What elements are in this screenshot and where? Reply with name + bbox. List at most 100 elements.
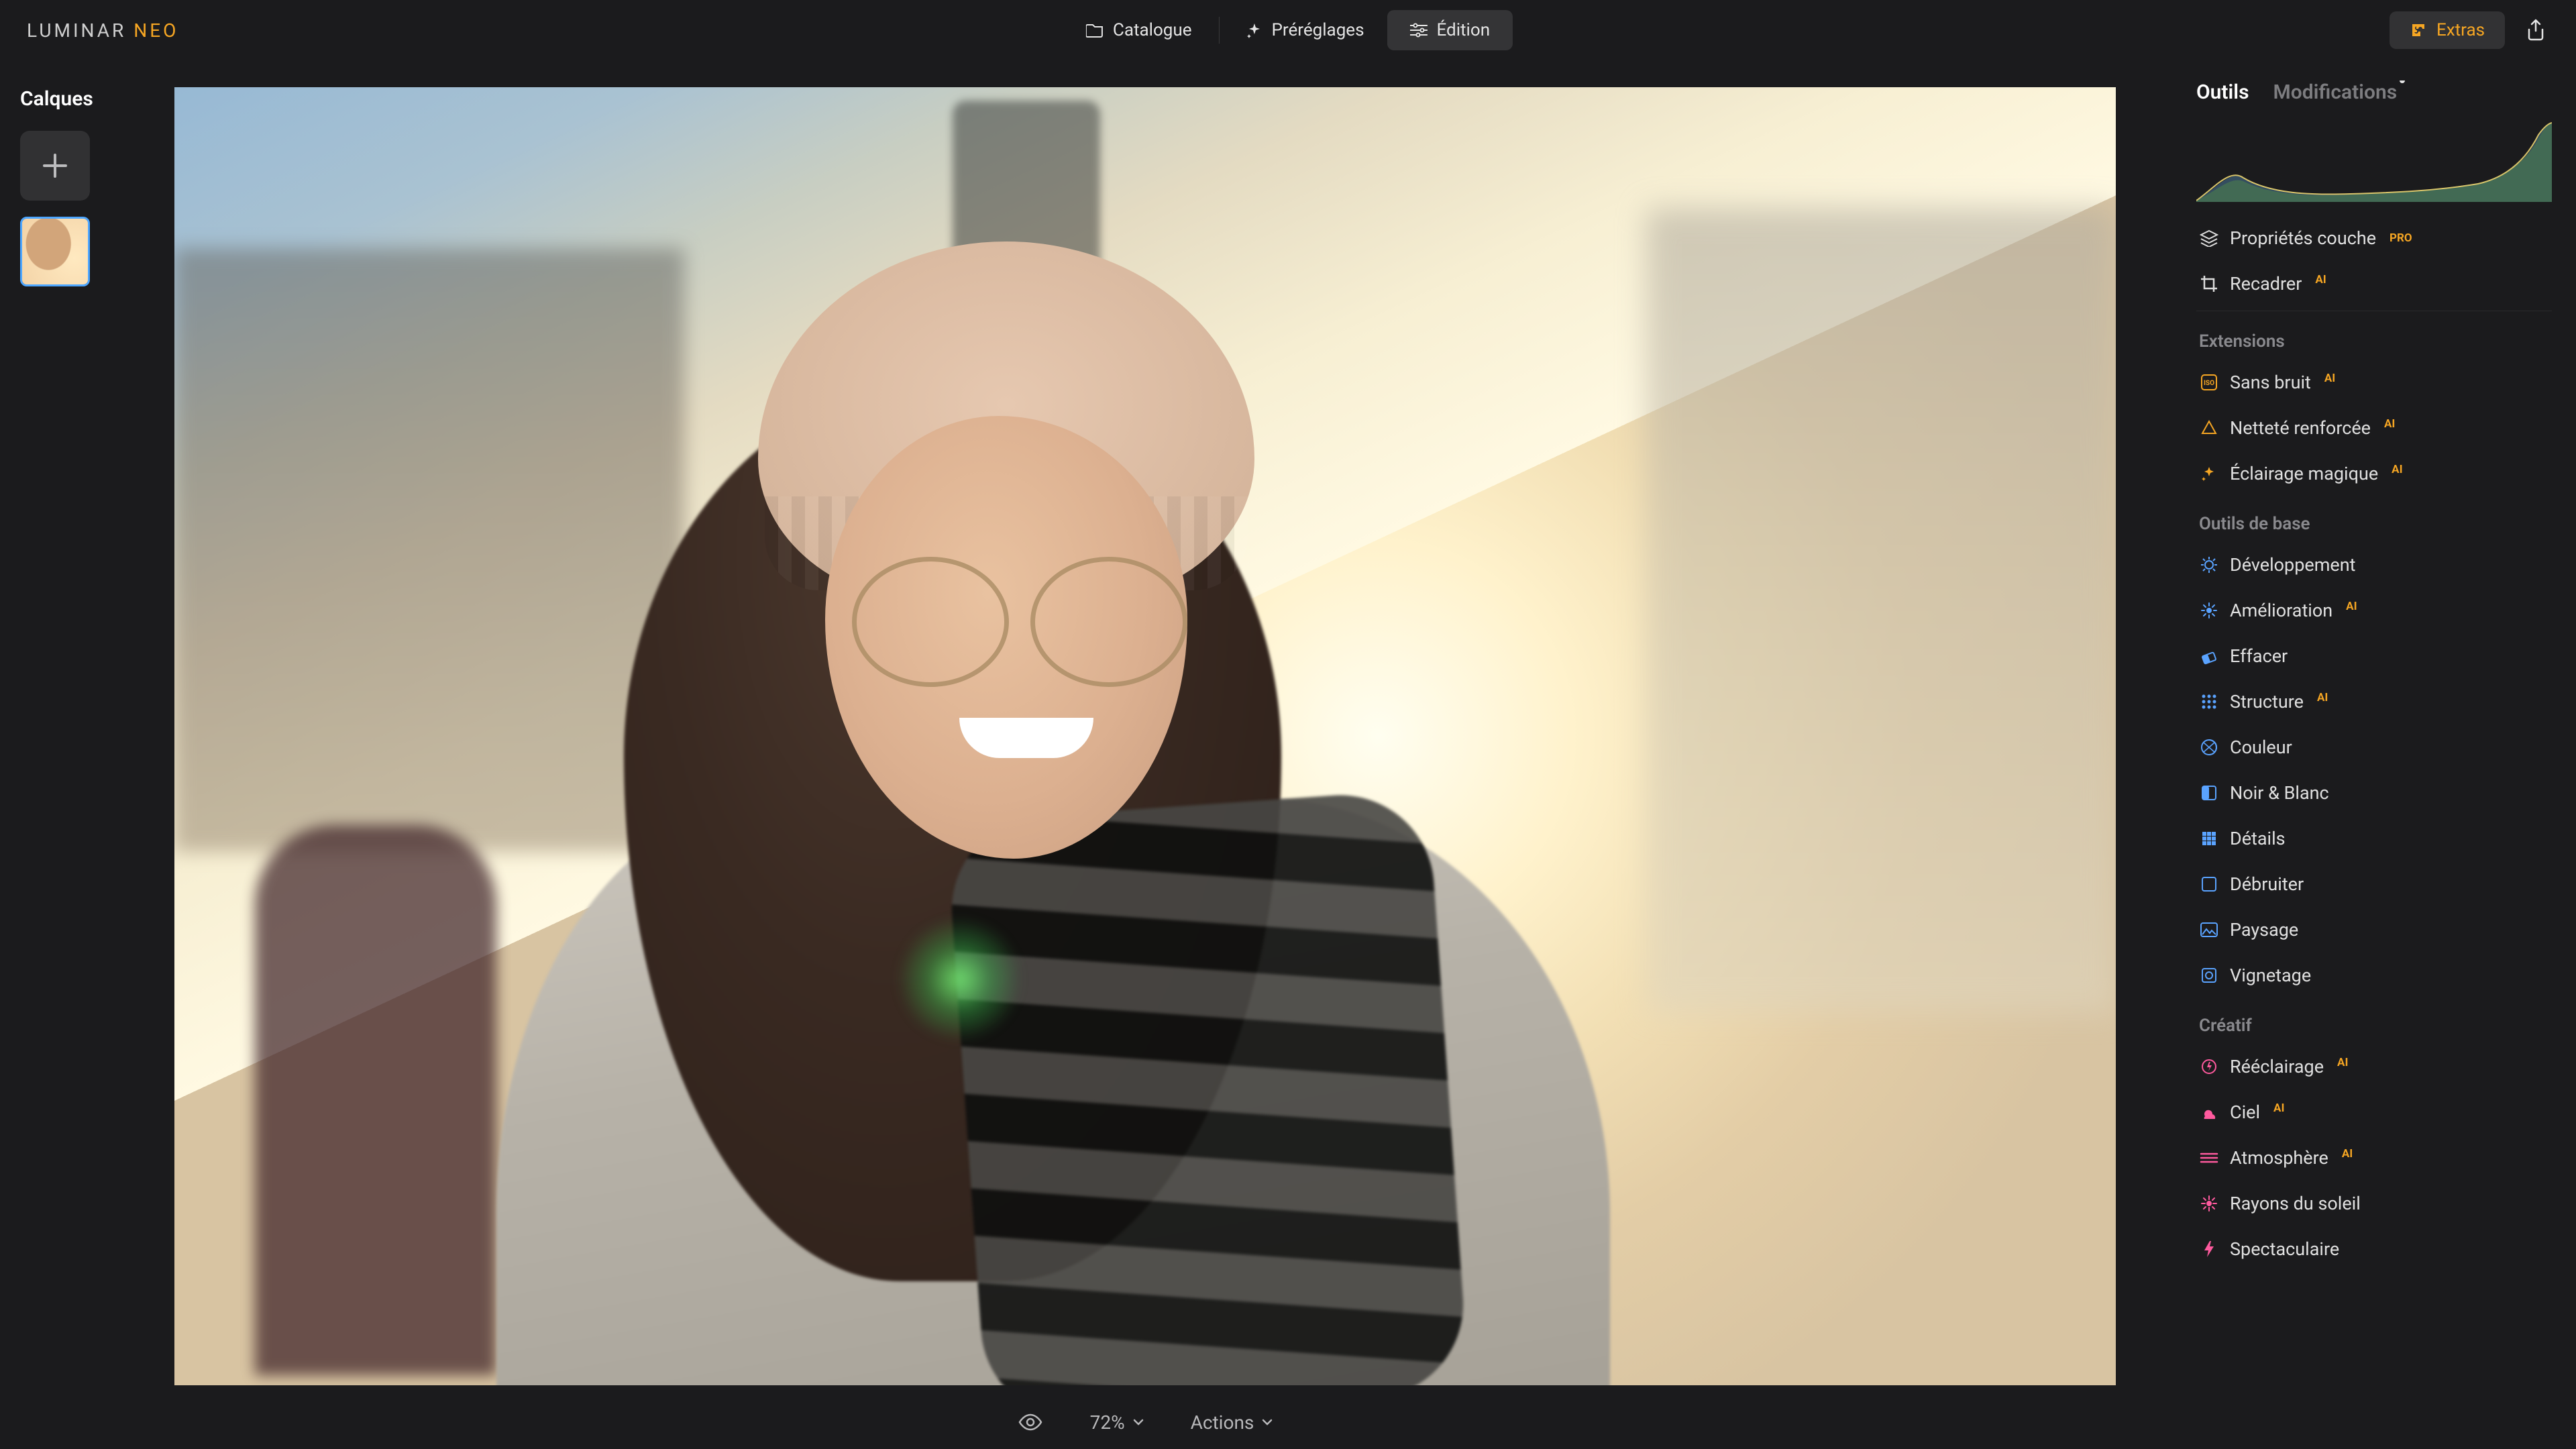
share-button[interactable] xyxy=(2522,17,2549,44)
panel-tab-tools[interactable]: Outils xyxy=(2196,80,2249,104)
eye-icon xyxy=(1018,1413,1043,1431)
ai-badge: AI xyxy=(2384,417,2395,431)
zoom-dropdown[interactable]: 72% xyxy=(1090,1411,1144,1434)
tool-vignette-label: Vignetage xyxy=(2230,965,2311,986)
tool-noiseless[interactable]: ISO Sans bruit AI xyxy=(2196,360,2552,405)
bw-icon xyxy=(2199,783,2219,803)
actions-dropdown[interactable]: Actions xyxy=(1191,1411,1273,1434)
tool-crop-label: Recadrer xyxy=(2230,273,2302,294)
panel-tab-modifications-label: Modifications xyxy=(2273,80,2398,104)
sparkle-icon xyxy=(1246,22,1263,38)
tool-erase-label: Effacer xyxy=(2230,645,2288,667)
add-layer-button[interactable] xyxy=(20,131,90,201)
pro-badge: PRO xyxy=(2390,231,2412,245)
histogram[interactable] xyxy=(2196,121,2552,202)
logo-text-1: LUMINAR xyxy=(27,19,126,42)
crop-icon xyxy=(2199,274,2219,294)
layers-panel: Calques xyxy=(20,87,127,286)
tool-dramatic-label: Spectaculaire xyxy=(2230,1238,2339,1260)
tab-edit-label: Édition xyxy=(1437,20,1491,40)
tool-bw[interactable]: Noir & Blanc xyxy=(2196,770,2552,816)
ai-badge: AI xyxy=(2315,273,2326,286)
develop-icon xyxy=(2199,555,2219,575)
tool-sunrays[interactable]: Rayons du soleil xyxy=(2196,1181,2552,1226)
section-essentials: Outils de base xyxy=(2196,496,2552,542)
layer-thumbnail[interactable] xyxy=(20,217,90,286)
tool-relight[interactable]: Rééclairage AI xyxy=(2196,1044,2552,1089)
tool-develop[interactable]: Développement xyxy=(2196,542,2552,588)
puzzle-icon xyxy=(2410,21,2427,39)
extras-label: Extras xyxy=(2436,20,2485,40)
tool-supersharp[interactable]: Netteté renforcée AI xyxy=(2196,405,2552,451)
extras-button[interactable]: Extras xyxy=(2390,11,2505,49)
compare-button[interactable] xyxy=(1018,1413,1043,1431)
enhance-icon xyxy=(2199,600,2219,621)
vignette-icon xyxy=(2199,965,2219,985)
divider xyxy=(1219,17,1220,44)
landscape-icon xyxy=(2199,920,2219,940)
tool-landscape[interactable]: Paysage xyxy=(2196,907,2552,953)
top-nav: Catalogue Préréglages Édition xyxy=(1063,10,1513,50)
sunrays-icon xyxy=(2199,1193,2219,1214)
tool-vignette[interactable]: Vignetage xyxy=(2196,953,2552,998)
ai-badge: AI xyxy=(2273,1102,2284,1115)
tool-noiseless-label: Sans bruit xyxy=(2230,372,2311,393)
tool-enhance[interactable]: Amélioration AI xyxy=(2196,588,2552,633)
tools-panel: Outils Modifications Propriétés couche P… xyxy=(2196,80,2552,1449)
tool-structure-label: Structure xyxy=(2230,691,2304,712)
tool-color[interactable]: Couleur xyxy=(2196,724,2552,770)
supersharp-icon xyxy=(2199,418,2219,438)
sliders-icon xyxy=(1410,23,1428,38)
ai-badge: AI xyxy=(2324,372,2335,385)
layer-thumbnail-image xyxy=(22,219,88,284)
app-logo: LUMINAR NEO xyxy=(27,19,178,42)
tab-catalogue[interactable]: Catalogue xyxy=(1063,10,1215,50)
chevron-down-icon xyxy=(1262,1419,1273,1426)
actions-label: Actions xyxy=(1191,1411,1254,1434)
histogram-graphic xyxy=(2196,121,2552,202)
dramatic-icon xyxy=(2199,1239,2219,1259)
svg-text:ISO: ISO xyxy=(2204,380,2214,387)
tab-catalogue-label: Catalogue xyxy=(1113,20,1192,40)
tool-erase[interactable]: Effacer xyxy=(2196,633,2552,679)
tool-layer-properties[interactable]: Propriétés couche PRO xyxy=(2196,215,2552,261)
tool-details[interactable]: Détails xyxy=(2196,816,2552,861)
folder-icon xyxy=(1086,23,1104,38)
tool-dramatic[interactable]: Spectaculaire xyxy=(2196,1226,2552,1272)
image-canvas[interactable] xyxy=(174,87,2116,1385)
top-bar: LUMINAR NEO Catalogue Préréglages Éditio… xyxy=(0,0,2576,60)
tool-enhance-label: Amélioration xyxy=(2230,600,2332,621)
tool-sky-label: Ciel xyxy=(2230,1102,2260,1123)
tool-details-label: Détails xyxy=(2230,828,2286,849)
tool-magic-light-label: Éclairage magique xyxy=(2230,463,2378,484)
plus-icon xyxy=(40,151,70,180)
tool-bw-label: Noir & Blanc xyxy=(2230,782,2329,804)
tool-denoise[interactable]: Débruiter xyxy=(2196,861,2552,907)
ai-badge: AI xyxy=(2392,463,2402,476)
modifications-indicator-dot xyxy=(2400,80,2405,83)
magic-light-icon xyxy=(2199,464,2219,484)
section-creative: Créatif xyxy=(2196,998,2552,1044)
edited-photo xyxy=(174,87,2116,1385)
tool-structure[interactable]: Structure AI xyxy=(2196,679,2552,724)
tool-crop[interactable]: Recadrer AI xyxy=(2196,261,2552,307)
layers-title: Calques xyxy=(20,87,127,111)
panel-tab-modifications[interactable]: Modifications xyxy=(2273,80,2398,104)
tool-magic-light[interactable]: Éclairage magique AI xyxy=(2196,451,2552,496)
tool-color-label: Couleur xyxy=(2230,737,2292,758)
ai-badge: AI xyxy=(2337,1056,2348,1069)
tab-presets[interactable]: Préréglages xyxy=(1224,10,1387,50)
atmosphere-icon xyxy=(2199,1148,2219,1168)
tool-supersharp-label: Netteté renforcée xyxy=(2230,417,2371,439)
tool-atmosphere-label: Atmosphère xyxy=(2230,1147,2328,1169)
share-icon xyxy=(2526,19,2546,42)
relight-icon xyxy=(2199,1057,2219,1077)
tool-sky[interactable]: Ciel AI xyxy=(2196,1089,2552,1135)
tool-layer-properties-label: Propriétés couche xyxy=(2230,227,2376,249)
tool-sunrays-label: Rayons du soleil xyxy=(2230,1193,2361,1214)
tool-list: Propriétés couche PRO Recadrer AI Extens… xyxy=(2196,215,2552,1272)
denoise-icon xyxy=(2199,874,2219,894)
tab-edit[interactable]: Édition xyxy=(1387,10,1513,50)
tool-atmosphere[interactable]: Atmosphère AI xyxy=(2196,1135,2552,1181)
zoom-value: 72% xyxy=(1090,1411,1125,1434)
